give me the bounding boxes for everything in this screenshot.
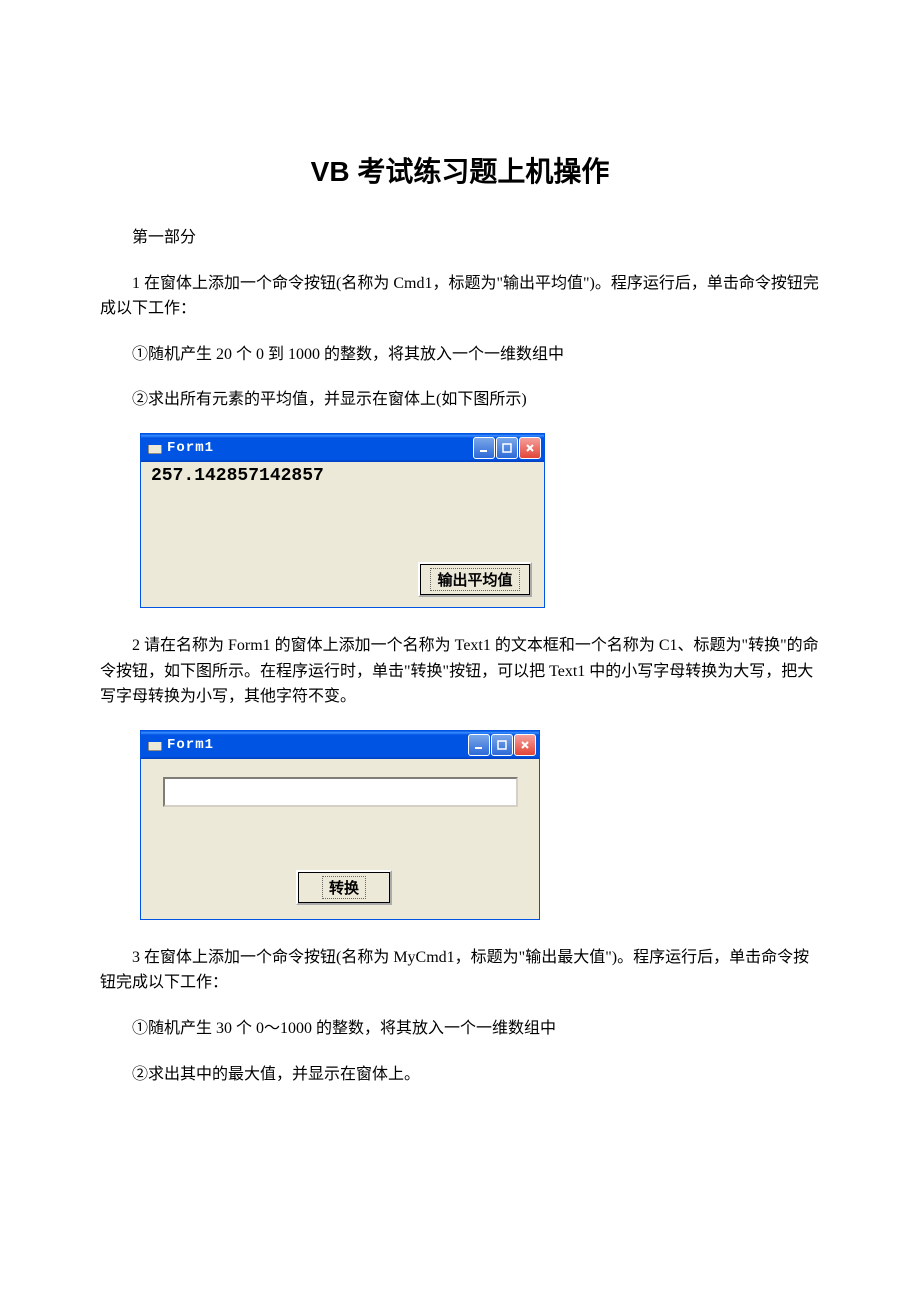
form2-title: Form1 (167, 737, 468, 753)
form1-titlebar: Form1 (141, 434, 544, 462)
close-button[interactable] (514, 734, 536, 756)
output-avg-button-label: 输出平均值 (430, 568, 519, 591)
form2-titlebar: Form1 (141, 731, 539, 759)
window-controls (473, 437, 541, 459)
form1-title: Form1 (167, 440, 473, 456)
maximize-button[interactable] (491, 734, 513, 756)
text1-input[interactable] (163, 777, 518, 807)
convert-button-label: 转换 (322, 876, 366, 899)
form-icon (147, 441, 163, 455)
output-avg-button[interactable]: 输出平均值 (418, 562, 532, 597)
form2-client-area: 转换 (141, 759, 539, 919)
q1-step1: ①随机产生 20 个 0 到 1000 的整数，将其放入一个一维数组中 (100, 342, 820, 368)
window-controls (468, 734, 536, 756)
form2-window: Form1 转换 (140, 730, 540, 920)
q1-intro: 1 在窗体上添加一个命令按钮(名称为 Cmd1，标题为"输出平均值")。程序运行… (100, 271, 820, 322)
convert-button[interactable]: 转换 (296, 870, 392, 905)
maximize-button[interactable] (496, 437, 518, 459)
q3-step1: ①随机产生 30 个 0～1000 的整数，将其放入一个一维数组中 (100, 1016, 820, 1042)
q3-step2: ②求出其中的最大值，并显示在窗体上。 (100, 1062, 820, 1088)
page-title: VB 考试练习题上机操作 (100, 150, 820, 190)
minimize-button[interactable] (473, 437, 495, 459)
form-icon (147, 738, 163, 752)
minimize-button[interactable] (468, 734, 490, 756)
q3-intro: 3 在窗体上添加一个命令按钮(名称为 MyCmd1，标题为"输出最大值")。程序… (100, 945, 820, 996)
q1-step2: ②求出所有元素的平均值，并显示在窗体上(如下图所示) (100, 387, 820, 413)
form1-output-text: 257.142857142857 (151, 466, 324, 486)
form1-window: Form1 257.142857142857 输出平均值 (140, 433, 545, 608)
close-button[interactable] (519, 437, 541, 459)
section-heading: 第一部分 (100, 225, 820, 251)
form1-client-area: 257.142857142857 输出平均值 (141, 462, 544, 607)
q2-intro: 2 请在名称为 Form1 的窗体上添加一个名称为 Text1 的文本框和一个名… (100, 633, 820, 710)
